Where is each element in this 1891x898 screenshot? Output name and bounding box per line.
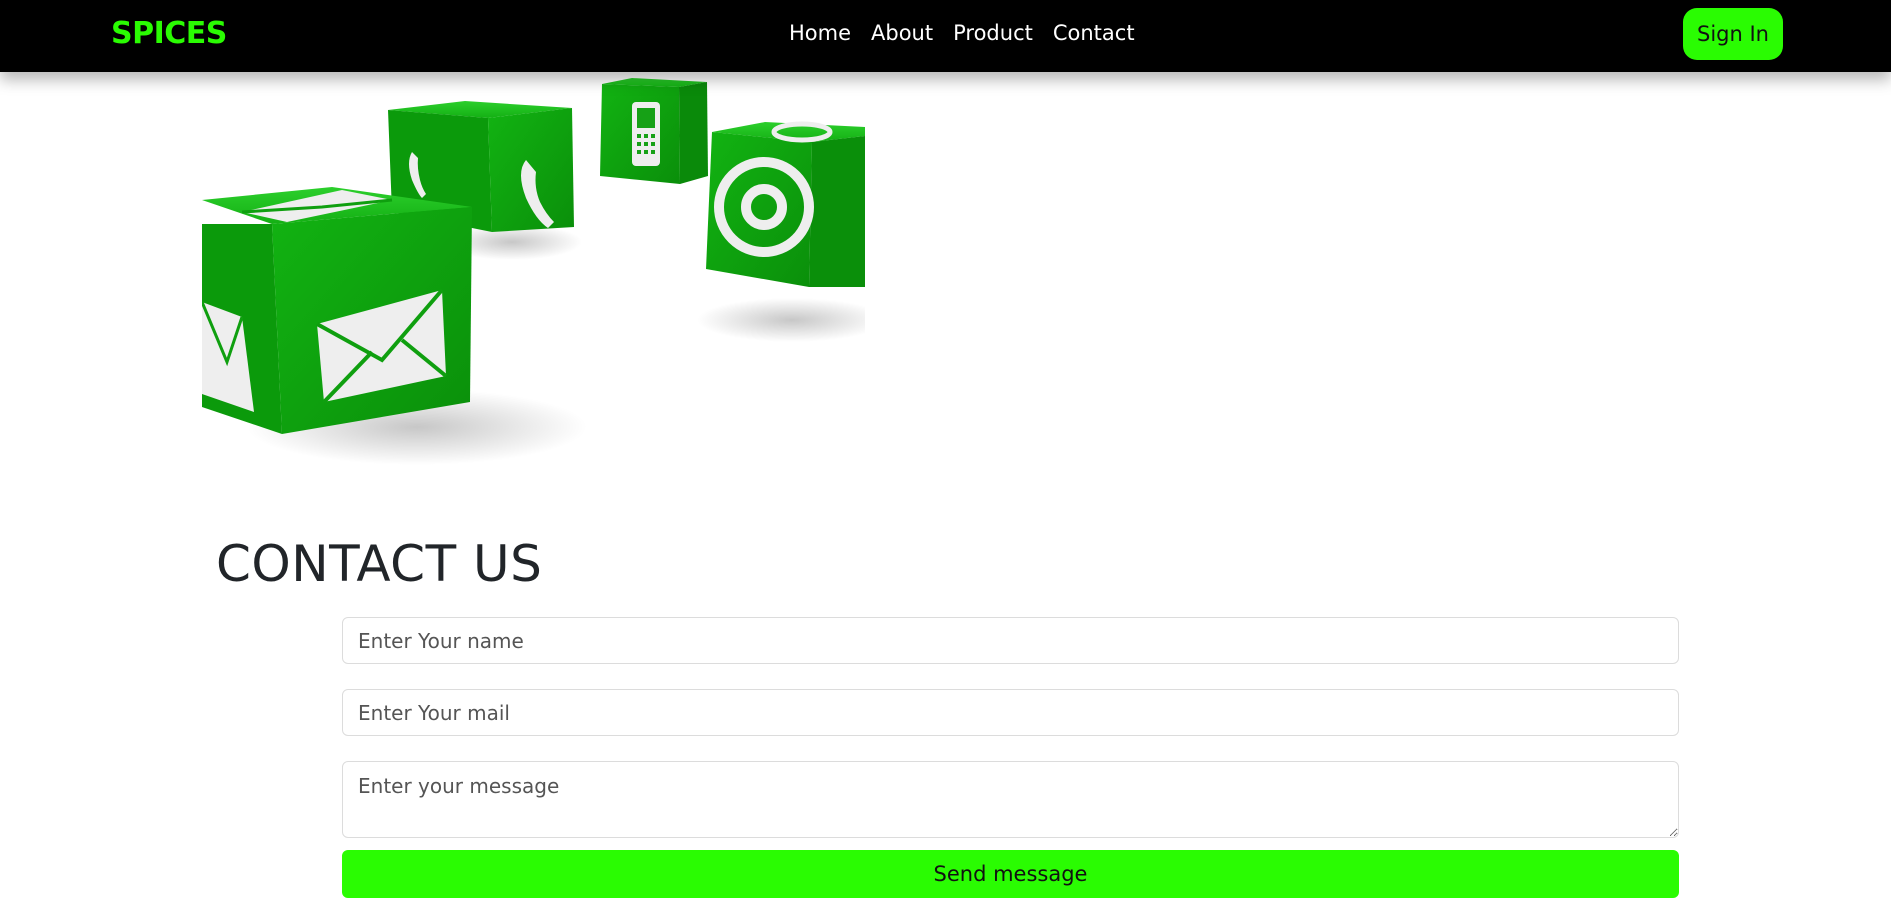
message-textarea[interactable] bbox=[342, 761, 1679, 838]
nav-product[interactable]: Product bbox=[953, 21, 1033, 45]
contact-hero-image bbox=[202, 72, 865, 534]
contact-form: Send message bbox=[342, 617, 1679, 898]
send-message-button[interactable]: Send message bbox=[342, 850, 1679, 898]
nav-contact[interactable]: Contact bbox=[1053, 21, 1135, 45]
top-navbar: SPICES Home About Product Contact Sign I… bbox=[0, 0, 1891, 72]
brand-logo[interactable]: SPICES bbox=[111, 16, 227, 51]
sign-in-button[interactable]: Sign In bbox=[1683, 8, 1783, 60]
main-nav: Home About Product Contact bbox=[789, 21, 1135, 45]
envelope-cube-icon bbox=[202, 187, 472, 434]
mobile-phone-cube-icon bbox=[600, 78, 708, 184]
email-input[interactable] bbox=[342, 689, 1679, 736]
name-input[interactable] bbox=[342, 617, 1679, 664]
contact-us-heading: CONTACT US bbox=[216, 535, 543, 593]
email-at-cube-icon bbox=[706, 121, 865, 287]
nav-about[interactable]: About bbox=[871, 21, 933, 45]
nav-home[interactable]: Home bbox=[789, 21, 851, 45]
contact-cubes-illustration bbox=[202, 78, 865, 465]
